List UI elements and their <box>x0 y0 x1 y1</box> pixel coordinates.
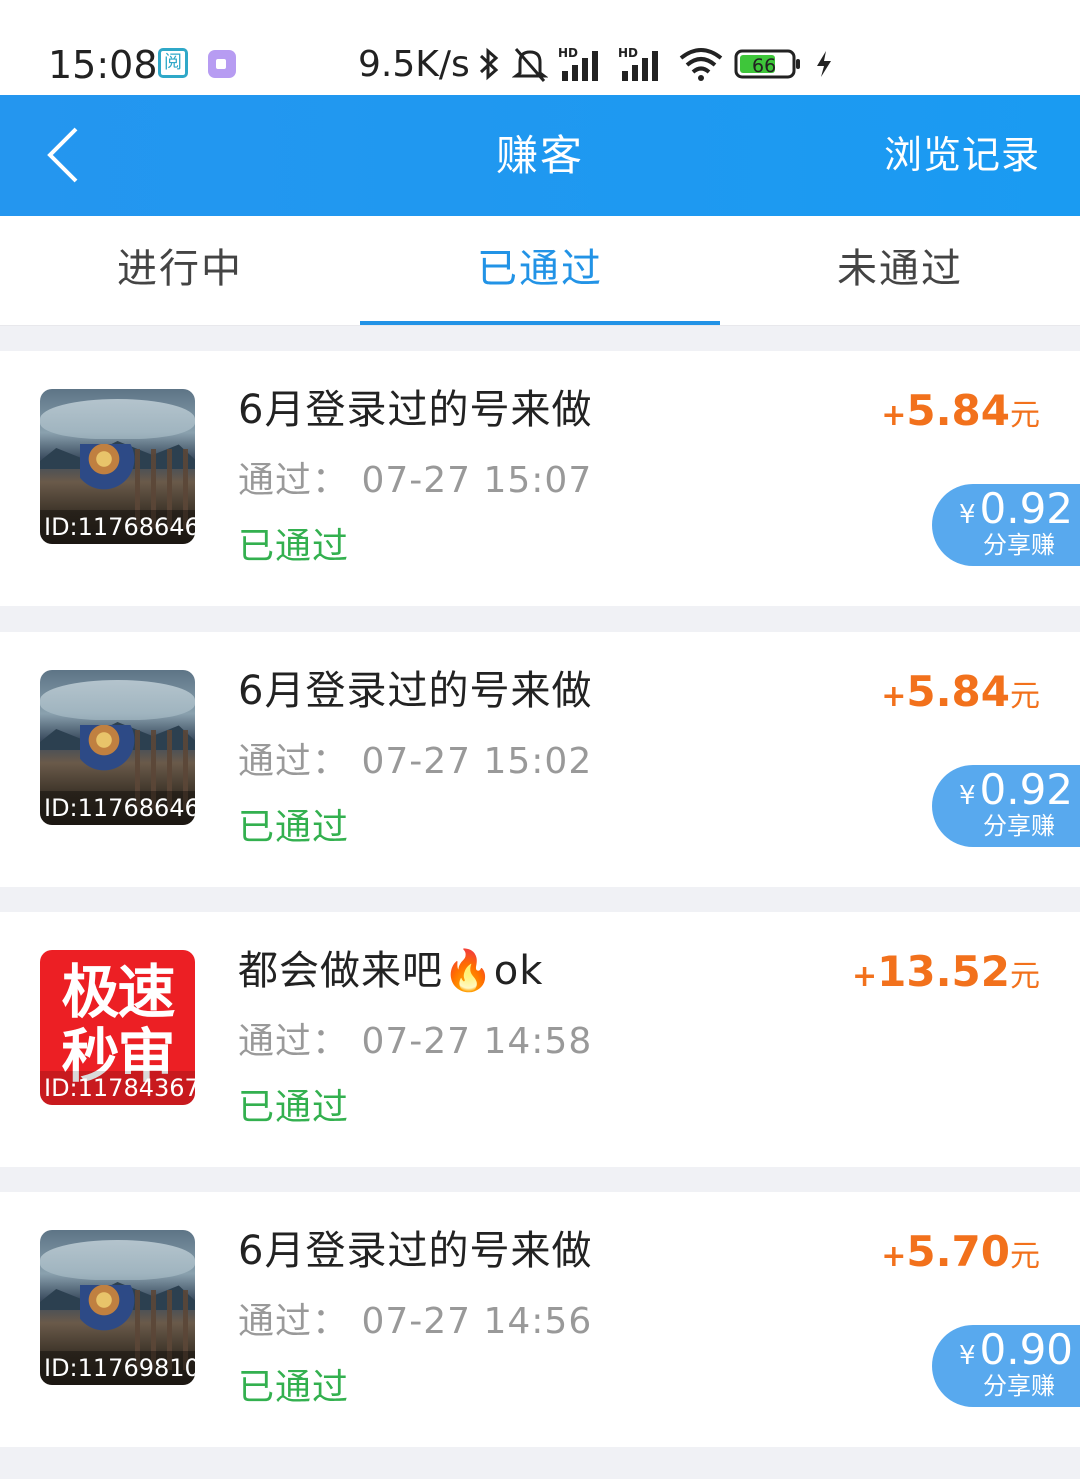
battery-level: 66 <box>752 55 776 77</box>
reward-amount: 13.52 <box>877 947 1010 996</box>
tab-in-progress[interactable]: 进行中 <box>0 216 360 326</box>
tab-rejected[interactable]: 未通过 <box>720 216 1080 326</box>
thumbnail-badge-text: 极速秒审 <box>61 958 175 1090</box>
share-label: 分享赚 <box>983 1372 1055 1400</box>
active-tab-indicator <box>360 321 720 325</box>
network-speed: 9.5K/s <box>358 44 470 85</box>
share-earn-button[interactable]: ¥0.92 分享赚 <box>932 484 1080 566</box>
task-approved-time: 通过： 07-27 15:02 <box>238 741 593 782</box>
task-status: 已通过 <box>238 526 350 567</box>
share-label: 分享赚 <box>983 812 1055 840</box>
reward-unit: 元 <box>1010 398 1040 433</box>
reward-plus: + <box>881 1239 907 1274</box>
share-currency: ¥ <box>958 1341 976 1371</box>
reward-plus: + <box>881 398 907 433</box>
share-currency: ¥ <box>958 500 976 530</box>
mute-icon <box>512 48 548 82</box>
app-reader-icon: 阅 <box>158 48 188 78</box>
task-reward: +13.52元 <box>852 942 1040 1011</box>
task-approved-time: 通过： 07-27 14:58 <box>238 1021 593 1062</box>
app-header: 赚客 浏览记录 <box>0 95 1080 216</box>
reward-unit: 元 <box>1010 1239 1040 1274</box>
task-title: 6月登录过的号来做 <box>238 1228 593 1274</box>
status-icons: HD HD 66 <box>476 44 834 84</box>
task-reward: +5.84元 <box>881 381 1040 450</box>
status-time: 15:08 <box>48 43 158 87</box>
task-thumbnail: ID:11769810 <box>40 1230 195 1385</box>
signal-hd-icon: HD <box>618 46 658 81</box>
wifi-icon <box>679 48 723 81</box>
signal-hd-icon: HD <box>558 46 598 81</box>
bluetooth-icon <box>479 47 499 81</box>
reward-unit: 元 <box>1010 679 1040 714</box>
status-tabs: 进行中 已通过 未通过 <box>0 216 1080 326</box>
reward-amount: 5.84 <box>906 386 1010 435</box>
task-id: ID:11769810 <box>40 1351 195 1385</box>
share-value: 0.90 <box>979 1325 1074 1374</box>
task-card[interactable]: 极速秒审 ID:11784367 都会做来吧🔥ok 通过： 07-27 14:5… <box>0 912 1080 1167</box>
task-approved-time: 通过： 07-27 15:07 <box>238 460 593 501</box>
reward-amount: 5.70 <box>906 1227 1010 1276</box>
svg-text:HD: HD <box>618 46 638 60</box>
task-title: 6月登录过的号来做 <box>238 387 593 433</box>
reward-unit: 元 <box>1010 959 1040 994</box>
task-card[interactable]: ID:11768646 6月登录过的号来做 通过： 07-27 15:07 已通… <box>0 351 1080 606</box>
task-id: ID:11768646 <box>40 510 195 544</box>
share-earn-button[interactable]: ¥0.90 分享赚 <box>932 1325 1080 1407</box>
tab-approved[interactable]: 已通过 <box>360 216 720 326</box>
video-app-icon <box>208 50 236 78</box>
task-approved-time: 通过： 07-27 14:56 <box>238 1301 593 1342</box>
task-id: ID:11784367 <box>40 1071 195 1105</box>
task-reward: +5.70元 <box>881 1222 1040 1291</box>
share-currency: ¥ <box>958 781 976 811</box>
share-earn-button[interactable]: ¥0.92 分享赚 <box>932 765 1080 847</box>
task-title: 都会做来吧🔥ok <box>238 948 544 994</box>
task-status: 已通过 <box>238 1087 350 1128</box>
task-title: 6月登录过的号来做 <box>238 668 593 714</box>
task-status: 已通过 <box>238 1367 350 1408</box>
task-id: ID:11768646 <box>40 791 195 825</box>
reward-amount: 5.84 <box>906 667 1010 716</box>
task-reward: +5.84元 <box>881 662 1040 731</box>
browse-history-button[interactable]: 浏览记录 <box>884 95 1040 216</box>
share-value: 0.92 <box>979 484 1074 533</box>
charging-icon <box>817 51 831 77</box>
reward-plus: + <box>881 679 907 714</box>
battery-icon: 66 <box>734 49 800 79</box>
task-thumbnail: ID:11768646 <box>40 389 195 544</box>
task-card[interactable]: ID:11769810 6月登录过的号来做 通过： 07-27 14:56 已通… <box>0 1192 1080 1447</box>
share-value: 0.92 <box>979 765 1074 814</box>
status-bar: 15:08 阅 9.5K/s HD HD 66 <box>0 0 1080 95</box>
task-card[interactable]: ID:11768646 6月登录过的号来做 通过： 07-27 15:02 已通… <box>0 632 1080 887</box>
reward-plus: + <box>852 959 878 994</box>
task-thumbnail: 极速秒审 ID:11784367 <box>40 950 195 1105</box>
task-thumbnail: ID:11768646 <box>40 670 195 825</box>
svg-text:HD: HD <box>558 46 578 60</box>
task-status: 已通过 <box>238 807 350 848</box>
share-label: 分享赚 <box>983 531 1055 559</box>
